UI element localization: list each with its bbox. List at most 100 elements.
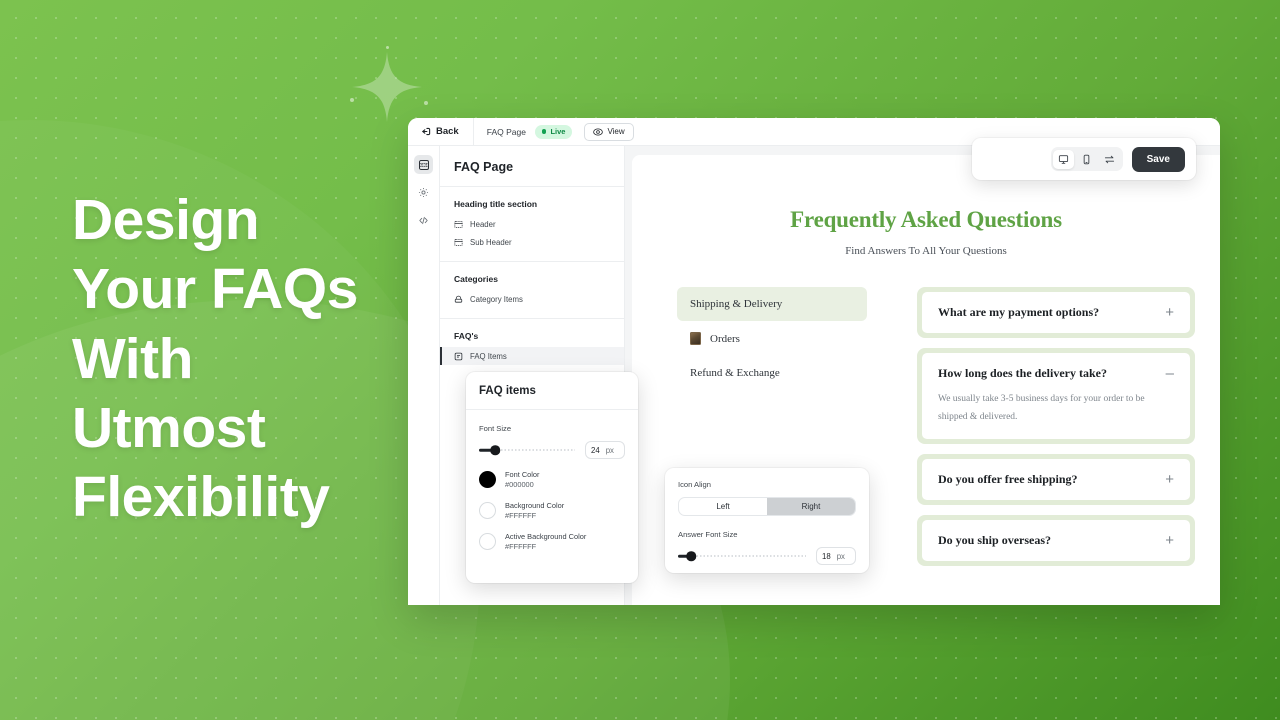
answer-font-size-slider[interactable]: [678, 550, 806, 562]
group-label: FAQ's: [454, 331, 479, 341]
sparkle-dot-top: [386, 46, 389, 49]
sidebar-item-sub-header[interactable]: Sub Header: [440, 233, 624, 251]
background-color-swatch[interactable]: [479, 502, 496, 520]
faq-card-inner: What are my payment options? +: [922, 292, 1190, 333]
sidebar-item-header[interactable]: Header: [440, 215, 624, 233]
headline-line-4: Utmost: [72, 395, 266, 460]
category-label: Refund & Exchange: [690, 367, 780, 379]
answer-font-size-label: Answer Font Size: [678, 530, 738, 539]
faq-question-row: How long does the delivery take? –: [938, 366, 1174, 381]
category-item-shipping[interactable]: Shipping & Delivery: [677, 287, 867, 321]
panel-group-faqs: FAQ's FAQ Items: [440, 319, 624, 375]
popover-title: FAQ items: [466, 372, 638, 410]
preview-subtitle: Find Answers To All Your Questions: [845, 245, 1007, 257]
faq-items-settings-popover: FAQ items Font Size 24 px Font Color #00: [466, 372, 638, 583]
sparkle-icon: [352, 52, 422, 122]
preview-faq-list: What are my payment options? + How long …: [917, 287, 1195, 576]
faq-question-row: What are my payment options? +: [938, 305, 1174, 320]
mobile-view-icon[interactable]: [1076, 150, 1097, 169]
panel-group-heading: Heading title section Header Sub Header: [440, 187, 624, 262]
category-label: Shipping & Delivery: [690, 298, 783, 310]
faq-question-row: Do you ship overseas? +: [938, 533, 1174, 548]
back-label: Back: [436, 126, 459, 137]
background-color-label: Background Color: [505, 500, 565, 510]
font-color-swatch[interactable]: [479, 471, 496, 489]
faq-toggle-icon[interactable]: +: [1165, 533, 1174, 548]
icon-align-label: Icon Align: [678, 480, 711, 489]
status-label: Live: [550, 127, 566, 136]
header-block-icon: [454, 220, 463, 229]
faq-items-icon: [454, 352, 463, 361]
background-color-control[interactable]: Background Color #FFFFFF: [479, 501, 625, 521]
sidebar-item-label: Sub Header: [470, 237, 512, 247]
active-background-color-label: Active Background Color: [505, 531, 587, 541]
swap-view-icon[interactable]: [1099, 150, 1120, 169]
back-arrow-icon: [420, 126, 431, 137]
font-color-text: Font Color #000000: [505, 470, 540, 490]
faq-card[interactable]: What are my payment options? +: [917, 287, 1195, 338]
faq-toggle-icon[interactable]: +: [1165, 472, 1174, 487]
settings-gear-icon[interactable]: [414, 183, 433, 202]
category-thumbnail-icon: [690, 332, 701, 345]
active-background-color-swatch[interactable]: [479, 533, 496, 551]
answer-font-size-unit: px: [836, 551, 845, 561]
background-color-value: #FFFFFF: [505, 510, 537, 520]
group-label: Categories: [454, 274, 498, 284]
active-background-color-control[interactable]: Active Background Color #FFFFFF: [479, 532, 625, 552]
category-icon: [454, 295, 463, 304]
save-button[interactable]: Save: [1131, 146, 1185, 172]
view-button[interactable]: View: [584, 122, 634, 141]
eye-icon: [593, 127, 604, 137]
icon-align-option-right[interactable]: Right: [767, 498, 855, 515]
faq-card[interactable]: Do you ship overseas? +: [917, 515, 1195, 567]
faq-card-inner: Do you ship overseas? +: [922, 520, 1190, 562]
sidebar-item-category-items[interactable]: Category Items: [440, 290, 624, 308]
faq-question: How long does the delivery take?: [938, 366, 1107, 380]
answer-font-size-input[interactable]: 18 px: [816, 547, 856, 565]
icon-rail: [408, 146, 440, 605]
sparkle-dot-right: [424, 101, 428, 105]
background-color-text: Background Color #FFFFFF: [505, 501, 564, 521]
font-size-value: 24: [591, 445, 600, 455]
status-badge: Live: [534, 124, 573, 139]
answer-font-size-value: 18: [822, 551, 831, 561]
category-item-orders[interactable]: Orders: [677, 321, 867, 356]
headline-line-5: Flexibility: [72, 465, 330, 529]
faq-toggle-icon[interactable]: +: [1165, 305, 1174, 320]
sidebar-item-label: Header: [470, 219, 496, 229]
font-size-slider[interactable]: [479, 444, 575, 456]
sidebar-item-faq-items[interactable]: FAQ Items: [440, 347, 624, 365]
category-item-refund[interactable]: Refund & Exchange: [677, 356, 867, 390]
app-window: Back FAQ Page Live View FAQ Page Heading…: [408, 118, 1220, 605]
icon-align-segmented-control[interactable]: Left Right: [678, 497, 856, 516]
faq-question: What are my payment options?: [938, 305, 1100, 319]
faq-card-inner: How long does the delivery take? – We us…: [922, 353, 1190, 440]
font-size-input[interactable]: 24 px: [585, 441, 625, 459]
slider-thumb[interactable]: [490, 445, 500, 455]
device-switcher: [1050, 147, 1123, 171]
font-color-label: Font Color: [505, 470, 540, 479]
slider-track: [678, 555, 806, 557]
font-color-control[interactable]: Font Color #000000: [479, 470, 625, 490]
faq-card[interactable]: How long does the delivery take? – We us…: [917, 348, 1195, 445]
desktop-view-icon[interactable]: [1053, 149, 1075, 169]
faq-question: Do you ship overseas?: [938, 533, 1052, 548]
back-button[interactable]: Back: [418, 123, 473, 140]
sparkle-dot-left: [350, 98, 354, 102]
code-icon[interactable]: [414, 211, 433, 230]
font-size-label: Font Size: [479, 424, 512, 433]
icon-align-popover: Icon Align Left Right Answer Font Size 1…: [665, 468, 869, 573]
faq-toggle-icon[interactable]: –: [1166, 366, 1174, 381]
faq-card[interactable]: Do you offer free shipping? +: [917, 454, 1195, 506]
slider-thumb[interactable]: [686, 551, 696, 561]
headline-line-2: Your FAQs: [72, 257, 358, 322]
font-size-unit: px: [605, 445, 614, 455]
status-dot-icon: [541, 129, 547, 134]
view-label: View: [607, 127, 625, 136]
sections-icon[interactable]: [414, 155, 433, 174]
active-background-color-value: #FFFFFF: [505, 541, 537, 551]
icon-align-option-left[interactable]: Left: [679, 498, 767, 515]
faq-question: Do you offer free shipping?: [938, 472, 1078, 487]
faq-card-inner: Do you offer free shipping? +: [922, 459, 1190, 501]
sub-header-block-icon: [454, 238, 463, 247]
